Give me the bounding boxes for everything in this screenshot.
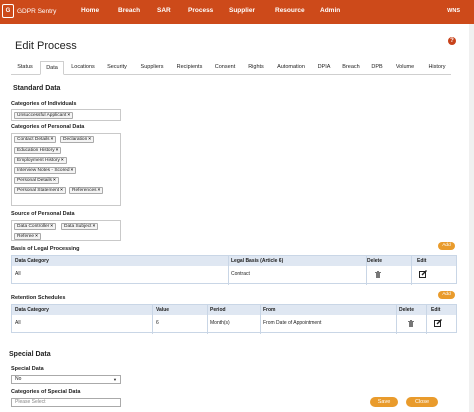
personal-chip: References× xyxy=(69,187,104,194)
personal-chip: Contact Details× xyxy=(14,136,57,143)
personal-data-label: Categories of Personal Data xyxy=(11,124,85,130)
special-categories-input[interactable]: Please Select xyxy=(11,398,121,407)
tab-dpb[interactable]: DPB xyxy=(368,61,386,75)
individuals-multiselect[interactable]: Unsuccessful Applicant× xyxy=(11,109,121,121)
tab-bar: Status Data Locations Security Suppliers… xyxy=(11,61,451,75)
nav-admin[interactable]: Admin xyxy=(320,7,340,14)
remove-chip-icon[interactable]: × xyxy=(71,168,74,173)
tab-security[interactable]: Security xyxy=(103,61,131,75)
column-header: Value xyxy=(156,307,170,313)
nav-process[interactable]: Process xyxy=(188,7,213,14)
column-header: Delete xyxy=(399,307,415,313)
tab-locations[interactable]: Locations xyxy=(67,61,99,75)
legal-row-category: All xyxy=(15,271,21,277)
remove-chip-icon[interactable]: × xyxy=(92,224,95,229)
user-menu[interactable]: WNS xyxy=(447,8,460,14)
personal-chip: Personal Details× xyxy=(14,177,59,184)
source-chip: Data Controller× xyxy=(14,223,57,230)
individuals-chip: Unsuccessful Applicant× xyxy=(14,112,74,119)
tab-status[interactable]: Status xyxy=(11,61,39,75)
remove-chip-icon[interactable]: × xyxy=(51,137,54,142)
delete-icon[interactable] xyxy=(375,271,381,278)
source-multiselect[interactable]: Data Controller× Data Subject× Referee× xyxy=(11,220,121,241)
column-header: Data Category xyxy=(15,258,49,264)
delete-icon[interactable] xyxy=(408,320,414,327)
edit-icon[interactable] xyxy=(434,319,442,327)
help-icon[interactable]: ? xyxy=(448,37,456,45)
column-header: From xyxy=(263,307,276,313)
tab-volume[interactable]: Volume xyxy=(392,61,418,75)
legal-basis-table: Data Category Legal Basis (Article 6) De… xyxy=(11,255,457,285)
close-button[interactable]: Close xyxy=(406,397,438,407)
remove-chip-icon[interactable]: × xyxy=(56,148,59,153)
brand-logo-icon: G xyxy=(2,4,14,18)
legal-row-basis: Contract xyxy=(231,271,250,277)
personal-chip: Education History× xyxy=(14,147,62,154)
brand-name: GDPR Sentry xyxy=(17,7,57,15)
edit-icon[interactable] xyxy=(419,270,427,278)
special-categories-label: Categories of Special Data xyxy=(11,389,81,395)
retention-heading: Retention Schedules xyxy=(11,295,66,301)
column-header: Period xyxy=(210,307,226,313)
personal-chip: Personal Statement× xyxy=(14,187,66,194)
special-data-heading: Special Data xyxy=(9,351,51,358)
tab-data[interactable]: Data xyxy=(40,61,64,75)
save-button[interactable]: Save xyxy=(370,397,398,407)
personal-data-multiselect[interactable]: Contact Details× Declaration× Education … xyxy=(11,133,121,206)
retention-row-value: 6 xyxy=(156,320,159,326)
remove-chip-icon[interactable]: × xyxy=(60,188,63,193)
page-title: Edit Process xyxy=(15,40,77,52)
nav-home[interactable]: Home xyxy=(81,7,99,14)
nav-resource[interactable]: Resource xyxy=(275,7,305,14)
standard-data-heading: Standard Data xyxy=(13,85,61,92)
tab-automation[interactable]: Automation xyxy=(273,61,309,75)
top-navigation-bar: G GDPR Sentry Home Breach SAR Process Su… xyxy=(0,0,474,24)
column-header: Edit xyxy=(417,258,427,264)
chevron-down-icon: ▼ xyxy=(113,377,117,382)
tab-consent[interactable]: Consent xyxy=(211,61,239,75)
personal-chip: Declaration× xyxy=(60,136,95,143)
personal-chip: Employment History× xyxy=(14,157,67,164)
add-legal-basis-button[interactable]: Add xyxy=(438,242,455,250)
retention-row-category: All xyxy=(15,320,21,326)
retention-table: Data Category Value Period From Delete E… xyxy=(11,304,457,334)
legal-basis-heading: Basis of Legal Processing xyxy=(11,246,80,252)
source-label: Source of Personal Data xyxy=(11,211,75,217)
column-header: Delete xyxy=(367,258,383,264)
retention-row-period: Month(s) xyxy=(210,320,230,326)
tab-history[interactable]: History xyxy=(424,61,450,75)
remove-chip-icon[interactable]: × xyxy=(35,234,38,239)
remove-chip-icon[interactable]: × xyxy=(88,137,91,142)
table-header xyxy=(12,305,456,315)
remove-chip-icon[interactable]: × xyxy=(67,113,70,118)
tab-breach[interactable]: Breach xyxy=(339,61,363,75)
page-scrollbar[interactable] xyxy=(469,24,474,412)
column-header: Data Category xyxy=(15,307,49,313)
nav-sar[interactable]: SAR xyxy=(157,7,171,14)
nav-breach[interactable]: Breach xyxy=(118,7,140,14)
add-retention-button[interactable]: Add xyxy=(438,291,455,299)
remove-chip-icon[interactable]: × xyxy=(53,178,56,183)
retention-row-from: From Date of Appointment xyxy=(263,320,322,326)
tab-recipients[interactable]: Recipients xyxy=(172,61,207,75)
special-data-select[interactable]: No ▼ xyxy=(11,375,121,384)
nav-supplier[interactable]: Supplier xyxy=(229,7,255,14)
tab-dpia[interactable]: DPIA xyxy=(314,61,334,75)
personal-chip: Interview Notes - Scored× xyxy=(14,167,77,174)
remove-chip-icon[interactable]: × xyxy=(98,188,101,193)
remove-chip-icon[interactable]: × xyxy=(61,158,64,163)
source-chip: Data Subject× xyxy=(61,223,99,230)
brand[interactable]: G GDPR Sentry xyxy=(2,4,56,18)
special-data-label: Special Data xyxy=(11,366,44,372)
tab-suppliers[interactable]: Suppliers xyxy=(137,61,167,75)
column-header: Legal Basis (Article 6) xyxy=(231,258,284,264)
column-header: Edit xyxy=(431,307,441,313)
remove-chip-icon[interactable]: × xyxy=(50,224,53,229)
tab-rights[interactable]: Rights xyxy=(245,61,267,75)
individuals-label: Categories of Individuals xyxy=(11,101,77,107)
source-chip: Referee× xyxy=(14,233,41,240)
